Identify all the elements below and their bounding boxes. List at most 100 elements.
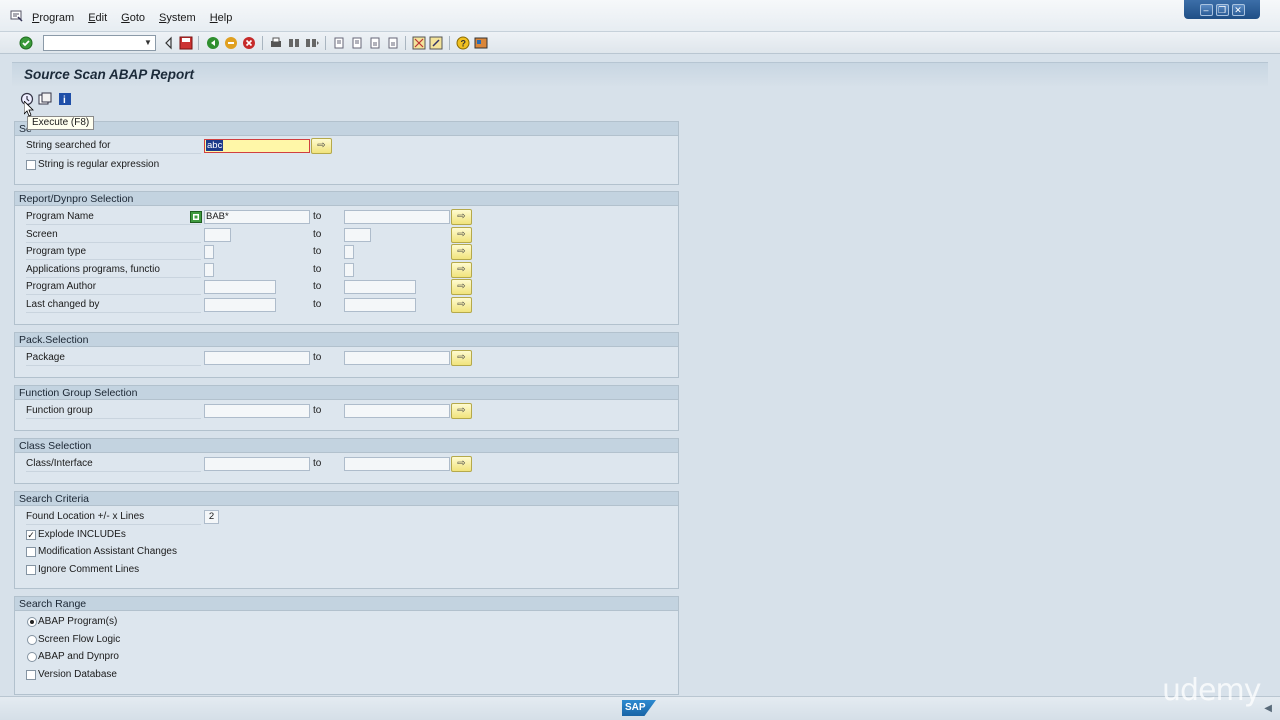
multiple-selection-button[interactable]: ⇨ — [451, 227, 472, 243]
regex-checkbox[interactable] — [26, 160, 36, 170]
function-group-to-input[interactable] — [344, 404, 450, 418]
class-to-input[interactable] — [344, 457, 450, 471]
version-database-label: Version Database — [38, 669, 117, 680]
ignore-comments-checkbox[interactable] — [26, 565, 36, 575]
close-icon[interactable]: ✕ — [1231, 3, 1245, 16]
multiple-selection-button[interactable]: ⇨ — [451, 244, 472, 260]
menu-program[interactable]: Program — [32, 12, 74, 24]
to-label: to — [313, 229, 322, 240]
row-version-database: Version Database — [15, 668, 678, 685]
explode-includes-label: Explode INCLUDEs — [38, 529, 126, 540]
minimize-icon[interactable]: – — [1199, 3, 1213, 16]
package-from-input[interactable] — [204, 351, 310, 365]
new-session-icon[interactable] — [412, 36, 426, 50]
group-header: Search Criteria — [15, 492, 678, 506]
screen-from-input[interactable] — [204, 228, 231, 242]
command-input[interactable] — [44, 36, 140, 50]
print-icon[interactable] — [269, 36, 283, 50]
multiple-selection-button[interactable]: ⇨ — [451, 350, 472, 366]
help-icon[interactable]: ? — [456, 36, 470, 50]
group-package: Pack.Selection Package to ⇨ — [14, 332, 679, 378]
system-menu-icon[interactable] — [10, 10, 24, 22]
found-location-input[interactable]: 2 — [204, 510, 219, 524]
info-icon[interactable]: i — [58, 92, 72, 106]
back-arrow-left-icon[interactable] — [162, 36, 176, 50]
next-page-icon[interactable] — [368, 36, 382, 50]
window-controls: – ❐ ✕ — [1184, 0, 1260, 19]
chevron-down-icon[interactable]: ▼ — [141, 36, 155, 50]
exit-icon[interactable] — [224, 36, 238, 50]
save-icon[interactable] — [179, 36, 193, 50]
standard-toolbar: ▼ ? — [0, 32, 1280, 54]
row-last-changed-by: Last changed by to ⇨ — [15, 297, 678, 314]
screen-flow-logic-radio[interactable] — [27, 635, 37, 645]
menu-goto[interactable]: Goto — [121, 12, 145, 24]
program-author-to-input[interactable] — [344, 280, 416, 294]
restore-icon[interactable]: ❐ — [1215, 3, 1229, 16]
last-page-icon[interactable] — [386, 36, 400, 50]
program-name-from-input[interactable]: BAB* — [204, 210, 310, 224]
find-next-icon[interactable] — [305, 36, 319, 50]
program-author-from-input[interactable] — [204, 280, 276, 294]
status-toggle-icon[interactable]: ◀ — [1264, 703, 1272, 714]
applications-from-input[interactable] — [204, 263, 214, 277]
multiple-selection-button[interactable]: ⇨ — [451, 456, 472, 472]
multiple-selection-button[interactable]: ⇨ — [451, 297, 472, 313]
group-header: Pack.Selection — [15, 333, 678, 347]
package-to-input[interactable] — [344, 351, 450, 365]
screen-title-bar: Source Scan ABAP Report — [12, 62, 1268, 86]
to-label: to — [313, 281, 322, 292]
customize-layout-icon[interactable] — [474, 36, 488, 50]
cancel-icon[interactable] — [242, 36, 256, 50]
to-label: to — [313, 211, 322, 222]
back-icon[interactable] — [206, 36, 220, 50]
explode-includes-checkbox[interactable]: ✓ — [26, 530, 36, 540]
to-label: to — [313, 352, 322, 363]
page-title: Source Scan ABAP Report — [24, 67, 195, 82]
get-variant-icon[interactable] — [38, 92, 52, 106]
class-from-input[interactable] — [204, 457, 310, 471]
status-bar: SAP ◀ — [0, 696, 1280, 720]
multiple-selection-button[interactable]: ⇨ — [451, 279, 472, 295]
menu-help[interactable]: Help — [210, 12, 233, 24]
selection-option-icon[interactable] — [190, 211, 202, 223]
abap-and-dynpro-label: ABAP and Dynpro — [38, 651, 119, 662]
menu-bar: Program Edit Goto System Help – ❐ ✕ — [0, 0, 1280, 32]
watermark: udemy — [1162, 673, 1261, 708]
enter-icon[interactable] — [19, 36, 33, 50]
menu-system[interactable]: System — [159, 12, 196, 24]
find-icon[interactable] — [287, 36, 301, 50]
program-type-from-input[interactable] — [204, 245, 214, 259]
row-explode-includes: ✓ Explode INCLUDEs — [15, 528, 678, 545]
multiple-selection-button[interactable]: ⇨ — [311, 138, 332, 154]
string-searched-input[interactable]: abc — [204, 139, 310, 153]
menu-edit[interactable]: Edit — [88, 12, 107, 24]
program-author-label: Program Author — [26, 279, 201, 295]
shortcut-icon[interactable] — [429, 36, 443, 50]
program-type-to-input[interactable] — [344, 245, 354, 259]
group-header: Search Range — [15, 597, 678, 611]
applications-to-input[interactable] — [344, 263, 354, 277]
previous-page-icon[interactable] — [350, 36, 364, 50]
multiple-selection-button[interactable]: ⇨ — [451, 403, 472, 419]
screen-flow-logic-label: Screen Flow Logic — [38, 634, 121, 645]
group-search-criteria: Search Criteria Found Location +/- x Lin… — [14, 491, 679, 589]
function-group-from-input[interactable] — [204, 404, 310, 418]
program-name-to-input[interactable] — [344, 210, 450, 224]
multiple-selection-button[interactable]: ⇨ — [451, 262, 472, 278]
abap-and-dynpro-radio[interactable] — [27, 652, 37, 662]
modification-assistant-checkbox[interactable] — [26, 547, 36, 557]
first-page-icon[interactable] — [332, 36, 346, 50]
last-changed-by-to-input[interactable] — [344, 298, 416, 312]
multiple-selection-button[interactable]: ⇨ — [451, 209, 472, 225]
row-modification-assistant: Modification Assistant Changes — [15, 545, 678, 562]
row-screen-flow-logic: Screen Flow Logic — [15, 633, 678, 650]
last-changed-by-label: Last changed by — [26, 297, 201, 313]
version-database-checkbox[interactable] — [26, 670, 36, 680]
command-field[interactable]: ▼ — [43, 35, 156, 51]
abap-programs-radio[interactable] — [27, 617, 37, 627]
row-ignore-comments: Ignore Comment Lines — [15, 563, 678, 580]
group-header: Function Group Selection — [15, 386, 678, 400]
last-changed-by-from-input[interactable] — [204, 298, 276, 312]
screen-to-input[interactable] — [344, 228, 371, 242]
